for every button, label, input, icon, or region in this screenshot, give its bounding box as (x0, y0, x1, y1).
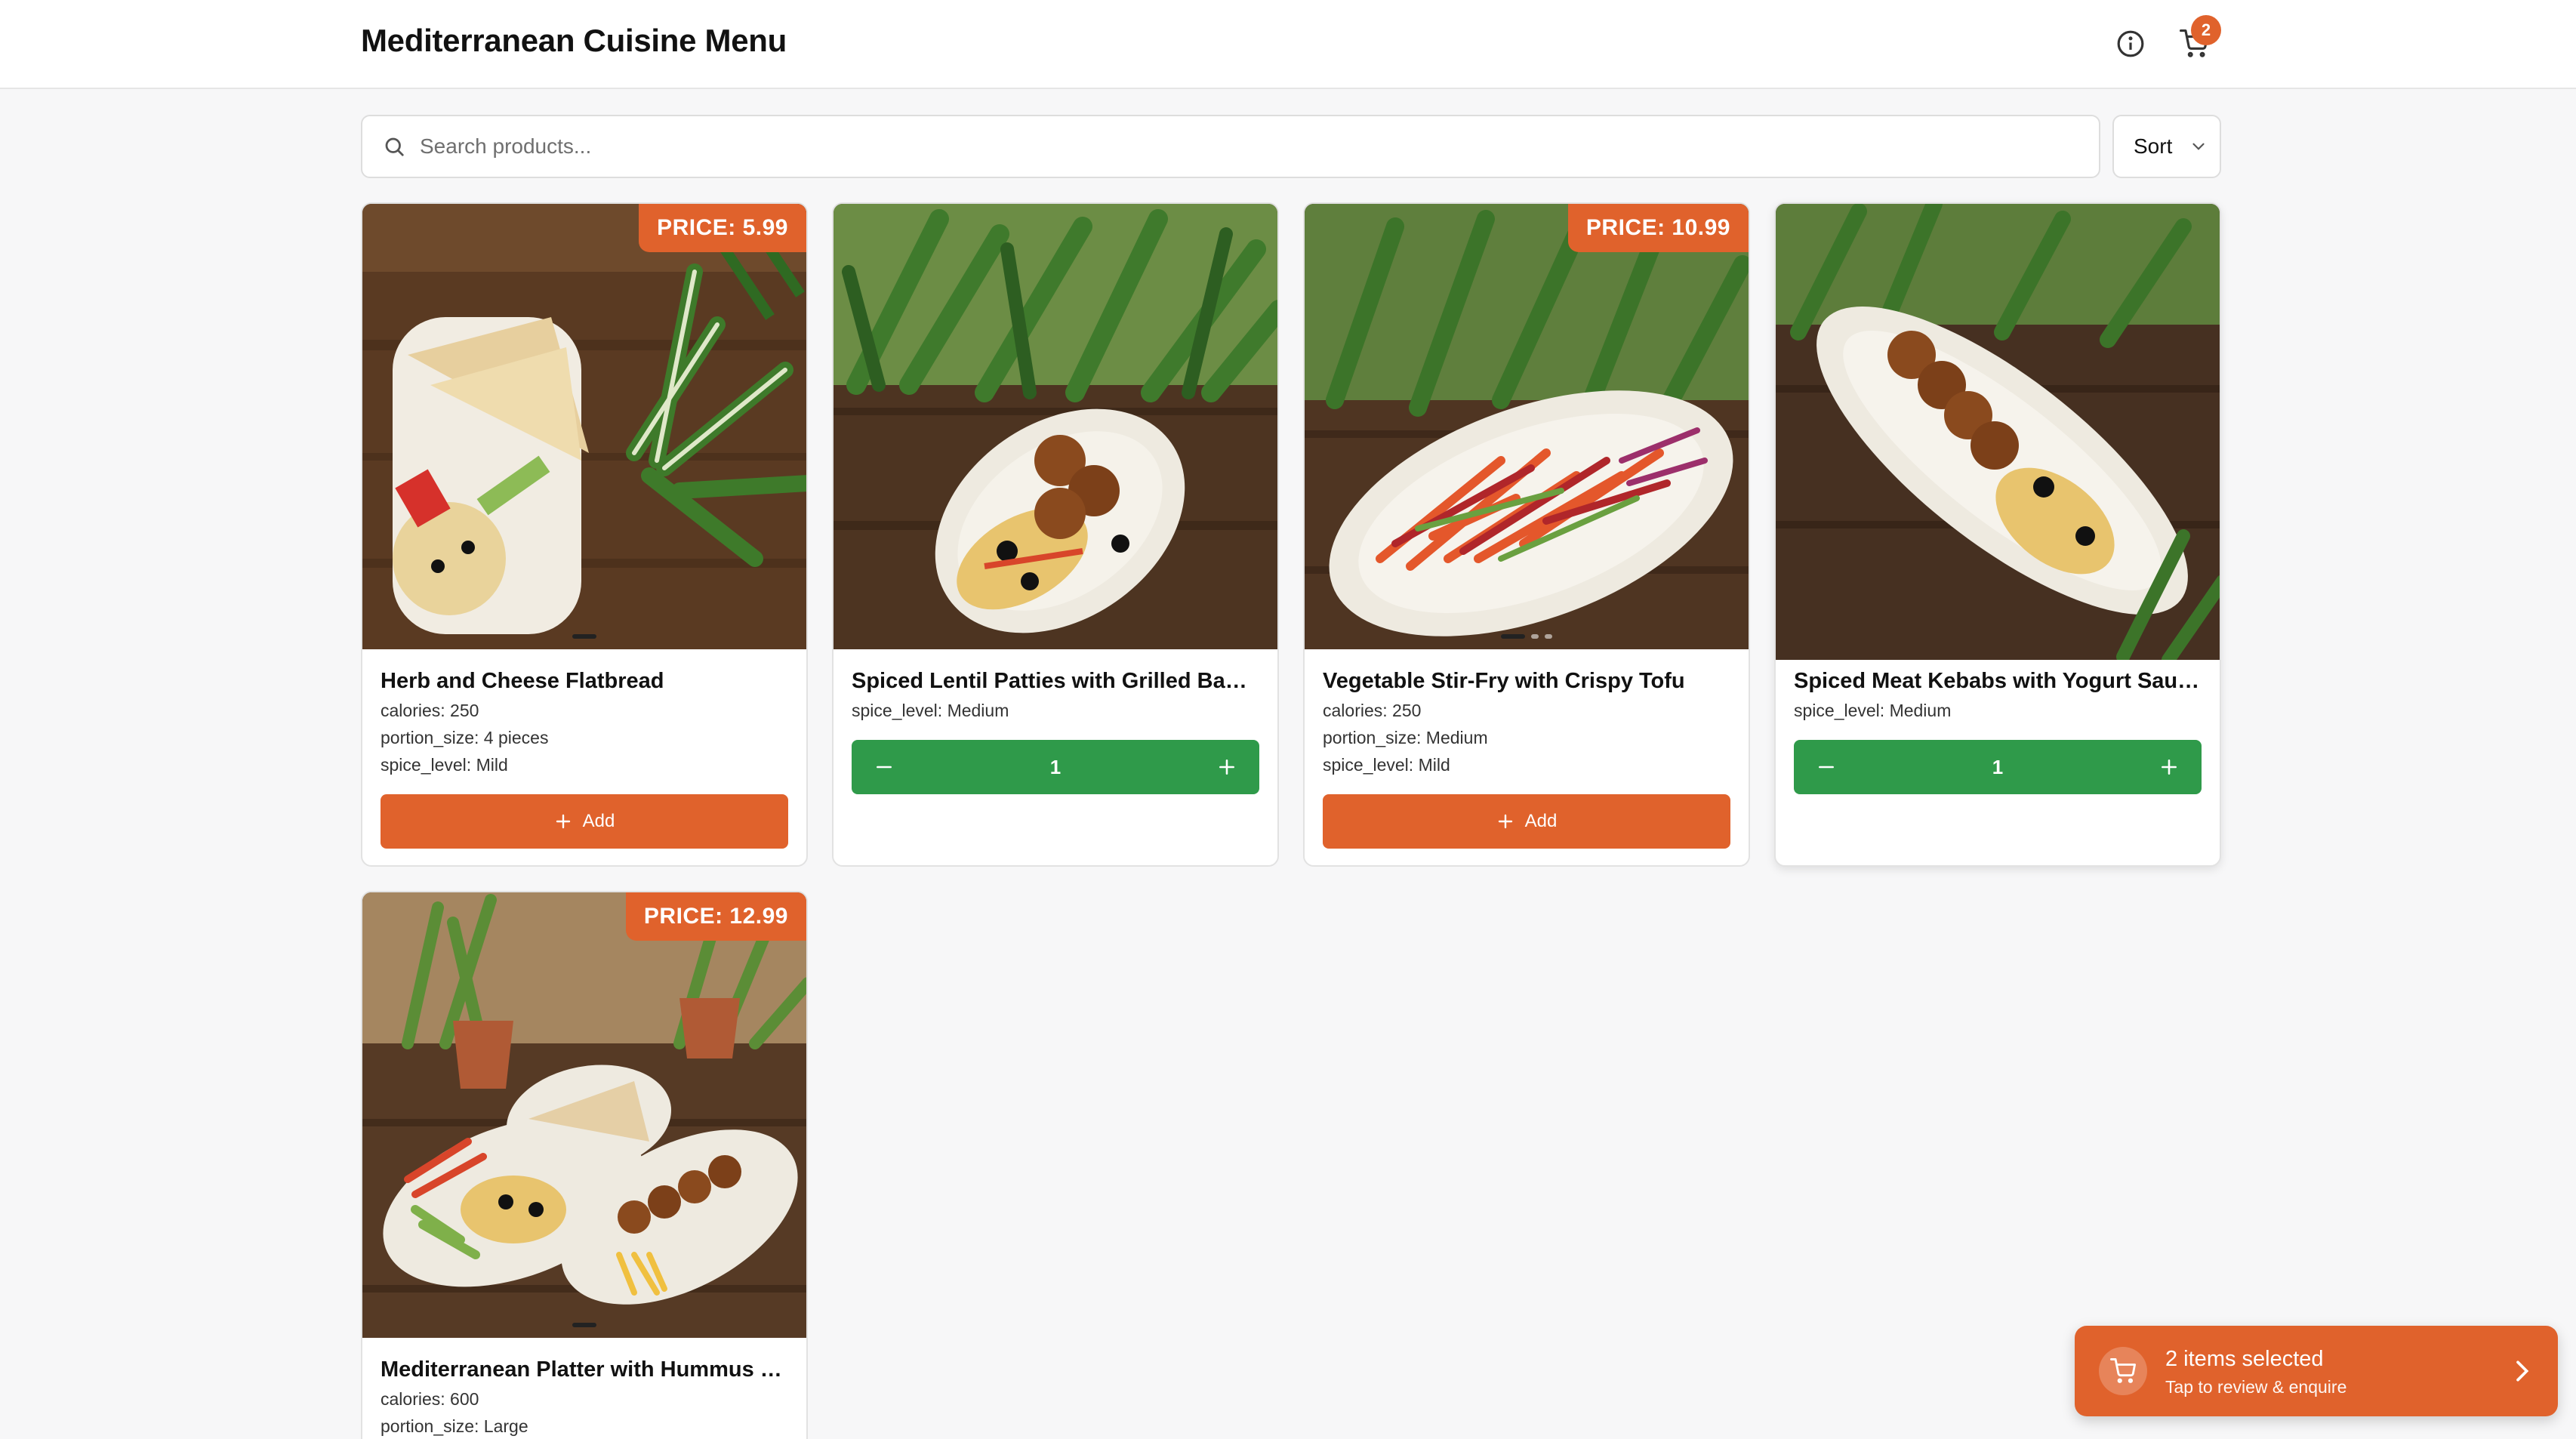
cart-icon (2099, 1347, 2147, 1395)
search-icon (382, 134, 406, 159)
decrease-quantity-button[interactable] (871, 754, 897, 780)
quantity-value: 1 (1992, 755, 2004, 778)
product-attribute: portion_size: 4 pieces (381, 728, 549, 747)
plus-icon (1219, 760, 1234, 775)
info-button[interactable] (2109, 23, 2152, 65)
minus-icon (877, 766, 892, 769)
product-attribute: portion_size: Large (381, 1416, 528, 1436)
add-button-label: Add (1524, 811, 1558, 831)
product-attribute: calories: 600 (381, 1389, 479, 1409)
increase-quantity-button[interactable] (1214, 754, 1240, 780)
search-input[interactable] (420, 134, 2043, 159)
plus-icon (1498, 814, 1512, 829)
carousel-dots[interactable] (362, 1323, 806, 1327)
chevron-down-icon (2192, 143, 2205, 150)
product-name: Spiced Lentil Patties with Grilled Banan… (852, 669, 1259, 693)
product-attribute: calories: 250 (381, 701, 479, 720)
page-title: Mediterranean Cuisine Menu (361, 23, 787, 58)
product-card[interactable]: Spiced Meat Kebabs with Yogurt Sauce spi… (1774, 202, 2221, 867)
add-button-label: Add (582, 811, 615, 831)
minus-icon (1819, 766, 1834, 769)
cart-summary-title: 2 items selected (2165, 1347, 2324, 1371)
price-badge: PRICE: 12.99 (625, 892, 806, 941)
cart-summary-subtitle: Tap to review & enquire (2165, 1377, 2347, 1397)
product-attribute: portion_size: Medium (1323, 728, 1488, 747)
info-icon (2117, 30, 2144, 57)
add-to-cart-button[interactable]: Add (381, 794, 788, 849)
sort-label: Sort (2134, 134, 2173, 158)
product-name: Spiced Meat Kebabs with Yogurt Sauce (1794, 669, 2202, 693)
product-name: Herb and Cheese Flatbread (381, 669, 664, 693)
product-image[interactable] (362, 204, 806, 649)
product-card[interactable]: PRICE: 5.99 Herb and Cheese Flatbread ca… (361, 202, 808, 867)
quantity-value: 1 (1049, 755, 1062, 778)
carousel-dots[interactable] (1305, 634, 1749, 639)
product-card[interactable]: Spiced Lentil Patties with Grilled Banan… (832, 202, 1279, 867)
product-attribute: spice_level: Medium (852, 701, 1009, 720)
plus-icon (2162, 760, 2177, 775)
sort-dropdown[interactable]: Sort (2112, 115, 2221, 178)
product-attribute: spice_level: Medium (1794, 701, 1952, 720)
carousel-dots[interactable] (362, 634, 806, 639)
product-image[interactable] (1305, 204, 1749, 649)
plus-icon (556, 814, 570, 829)
decrease-quantity-button[interactable] (1813, 754, 1839, 780)
product-attribute: calories: 250 (1323, 701, 1422, 720)
quantity-stepper[interactable]: 1 (1794, 740, 2202, 794)
chevron-right-icon (2507, 1356, 2537, 1390)
search-bar (361, 115, 2100, 178)
product-card[interactable]: PRICE: 12.99 Mediterranean Platter with … (361, 891, 808, 1439)
price-badge: PRICE: 10.99 (1567, 204, 1749, 252)
price-badge: PRICE: 5.99 (639, 204, 806, 252)
product-name: Vegetable Stir-Fry with Crispy Tofu (1323, 669, 1685, 693)
product-card[interactable]: PRICE: 10.99 Vegetable Stir-Fry with Cri… (1303, 202, 1750, 867)
app-header: Mediterranean Cuisine Menu 2 (0, 0, 2576, 89)
cart-count-badge: 2 (2191, 15, 2221, 45)
product-image[interactable] (834, 204, 1277, 649)
increase-quantity-button[interactable] (2156, 754, 2182, 780)
quantity-stepper[interactable]: 1 (852, 740, 1259, 794)
product-image[interactable] (1776, 204, 2220, 660)
product-name: Mediterranean Platter with Hummus and Fa… (381, 1357, 788, 1382)
cart-summary-bar[interactable]: 2 items selected Tap to review & enquire (2075, 1326, 2558, 1416)
product-attribute: spice_level: Mild (1323, 755, 1450, 775)
product-image[interactable] (362, 892, 806, 1338)
add-to-cart-button[interactable]: Add (1323, 794, 1730, 849)
product-attribute: spice_level: Mild (381, 755, 508, 775)
